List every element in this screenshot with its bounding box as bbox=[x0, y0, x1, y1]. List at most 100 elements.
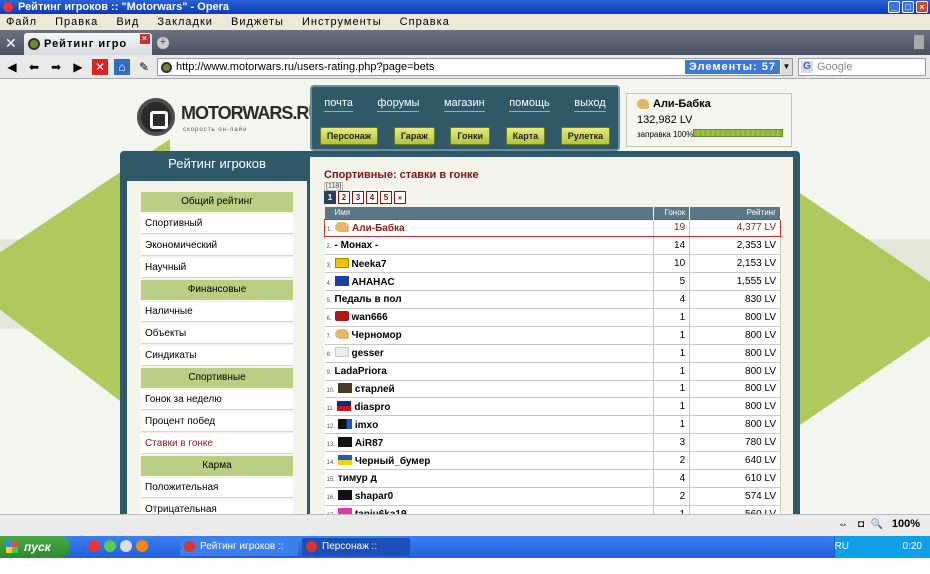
nav-map-button[interactable]: Карта bbox=[505, 127, 546, 145]
fit-icon[interactable]: ⇔ bbox=[836, 519, 850, 531]
menu-view[interactable]: Вид bbox=[116, 16, 139, 28]
language-indicator[interactable]: RU bbox=[829, 536, 849, 558]
close-window-button[interactable]: × bbox=[916, 1, 928, 13]
menu-tools[interactable]: Инструменты bbox=[302, 16, 382, 28]
site-favicon-icon bbox=[28, 38, 40, 50]
back-icon[interactable]: ◀ bbox=[4, 59, 20, 75]
menu-widgets[interactable]: Виджеты bbox=[231, 16, 284, 28]
zoom-level[interactable]: 100% bbox=[892, 518, 920, 530]
player-name-link[interactable]: diaspro bbox=[354, 402, 390, 413]
maximize-button[interactable]: □ bbox=[902, 1, 914, 13]
content-title: Спортивные: ставки в гонке bbox=[324, 169, 479, 181]
player-name-link[interactable]: старлей bbox=[355, 384, 395, 395]
start-button[interactable]: пуск bbox=[0, 536, 70, 558]
col-name: Имя bbox=[324, 207, 655, 219]
taskbar-item-character[interactable]: Персонаж :: "Motorw... bbox=[302, 538, 410, 570]
view-icon[interactable]: ◘ bbox=[854, 519, 868, 531]
player-cell: 7. Черномор bbox=[324, 326, 655, 345]
user-name[interactable]: Али-Бабка bbox=[653, 98, 711, 110]
nav-forums[interactable]: форумы bbox=[377, 97, 420, 112]
red-avatar-icon bbox=[334, 311, 349, 322]
sidebar-item[interactable]: Процент побед bbox=[141, 412, 293, 432]
fast-forward-icon[interactable]: ▶ bbox=[70, 59, 86, 75]
quicklaunch-icon[interactable] bbox=[104, 540, 116, 552]
nav-shop[interactable]: магазин bbox=[443, 97, 485, 112]
zoom-icon[interactable]: 🔍 bbox=[870, 519, 884, 531]
nav-garage-button[interactable]: Гараж bbox=[393, 127, 435, 145]
edit-icon[interactable]: ✎ bbox=[136, 59, 152, 75]
quicklaunch-opera-icon[interactable] bbox=[88, 540, 100, 552]
page-link[interactable]: 1 bbox=[324, 191, 336, 204]
table-row: 7. Черномор 1 800 LV bbox=[324, 326, 781, 345]
sidebar-item[interactable]: Гонок за неделю bbox=[141, 390, 293, 410]
address-field[interactable]: http://www.motorwars.ru/users-rating.php… bbox=[157, 58, 793, 76]
nav-character-button[interactable]: Персонаж bbox=[319, 127, 379, 145]
home-icon[interactable]: ⌂ bbox=[114, 59, 130, 75]
sidebar-item[interactable]: Отрицательная bbox=[141, 500, 293, 514]
user-panel: Али-Бабка 132,982 LV заправка 100% bbox=[626, 93, 792, 147]
taskbar-item-rating[interactable]: Рейтинг игроков :: "... bbox=[180, 538, 298, 570]
nav-races-button[interactable]: Гонки bbox=[450, 127, 491, 145]
page-link[interactable]: 4 bbox=[366, 191, 378, 204]
sidebar-item[interactable]: Ставки в гонке bbox=[141, 434, 293, 454]
player-name-link[interactable]: LadaPriora bbox=[335, 366, 387, 377]
page-link[interactable]: 3 bbox=[352, 191, 364, 204]
nav-roulette-button[interactable]: Рулетка bbox=[560, 127, 611, 145]
minimize-button[interactable]: _ bbox=[888, 1, 900, 13]
page-link[interactable]: » bbox=[394, 191, 406, 204]
result-count: [118] bbox=[324, 182, 344, 191]
tools-icon[interactable]: ✕ bbox=[5, 36, 17, 50]
menu-bookmarks[interactable]: Закладки bbox=[157, 16, 213, 28]
menu-help[interactable]: Справка bbox=[400, 16, 450, 28]
player-name-link[interactable]: Neeka7 bbox=[352, 259, 387, 270]
menu-file[interactable]: Файл bbox=[6, 16, 37, 28]
page-link[interactable]: 2 bbox=[338, 191, 350, 204]
player-name-link[interactable]: wan666 bbox=[352, 312, 388, 323]
new-tab-icon[interactable]: + bbox=[157, 37, 169, 49]
fuel-label: заправка 100% bbox=[637, 130, 694, 139]
quicklaunch-firefox-icon[interactable] bbox=[136, 540, 148, 552]
player-name-link[interactable]: Черный_бумер bbox=[355, 456, 431, 467]
quicklaunch-icon-2[interactable] bbox=[120, 540, 132, 552]
player-name-link[interactable]: AiR87 bbox=[355, 438, 383, 449]
table-row: 1. Али-Бабка 19 4,377 LV bbox=[323, 218, 781, 238]
player-name-link[interactable]: АНАНАС bbox=[352, 277, 395, 288]
site-logo[interactable]: MOTORWARS.RU скорость он-лайн bbox=[137, 93, 321, 143]
page-link[interactable]: 5 bbox=[380, 191, 392, 204]
trash-icon[interactable] bbox=[914, 35, 924, 49]
rating-cell: 560 LV bbox=[689, 505, 781, 514]
table-row: 6. wan666 1 800 LV bbox=[324, 308, 781, 327]
player-name-link[interactable]: gesser bbox=[352, 348, 384, 359]
sidebar-item[interactable]: Положительная bbox=[141, 478, 293, 498]
search-field[interactable]: G Google bbox=[798, 58, 926, 76]
sidebar-item[interactable]: Объекты bbox=[141, 324, 293, 344]
rank-number: 12. bbox=[326, 423, 335, 430]
nav-logout[interactable]: выход bbox=[574, 97, 606, 112]
nav-help[interactable]: помощь bbox=[509, 97, 550, 112]
clock: 0:20 bbox=[902, 541, 922, 552]
nav-mail[interactable]: почта bbox=[324, 97, 353, 112]
stop-icon[interactable]: ✕ bbox=[92, 59, 108, 75]
forward-icon[interactable]: ➡ bbox=[48, 59, 64, 75]
sidebar-item[interactable]: Научный bbox=[141, 258, 293, 278]
sidebar-item[interactable]: Экономический bbox=[141, 236, 293, 256]
white-avatar-icon bbox=[334, 347, 349, 358]
sidebar-item[interactable]: Синдикаты bbox=[141, 346, 293, 366]
address-dropdown-icon[interactable]: ▼ bbox=[781, 59, 792, 75]
rating-cell: 800 LV bbox=[689, 362, 781, 381]
back-icon-2[interactable]: ⬅ bbox=[26, 59, 42, 75]
rating-cell: 800 LV bbox=[689, 415, 781, 435]
tab-close-icon[interactable]: × bbox=[140, 34, 150, 44]
menu-edit[interactable]: Правка bbox=[55, 16, 98, 28]
player-name-link[interactable]: тимур д bbox=[338, 473, 377, 484]
player-name-link[interactable]: - Монах - bbox=[335, 240, 379, 251]
sidebar-item[interactable]: Спортивный bbox=[141, 214, 293, 234]
player-name-link[interactable]: Али-Бабка bbox=[352, 223, 405, 234]
elements-counter[interactable]: Элементы: 57 bbox=[684, 60, 780, 74]
player-name-link[interactable]: Педаль в пол bbox=[335, 294, 402, 305]
player-name-link[interactable]: Черномор bbox=[352, 330, 402, 341]
tab-rating[interactable]: Рейтинг игро × bbox=[24, 33, 152, 55]
player-name-link[interactable]: imxo bbox=[355, 420, 378, 431]
sidebar-item[interactable]: Наличные bbox=[141, 302, 293, 322]
player-name-link[interactable]: shapar0 bbox=[355, 491, 393, 502]
